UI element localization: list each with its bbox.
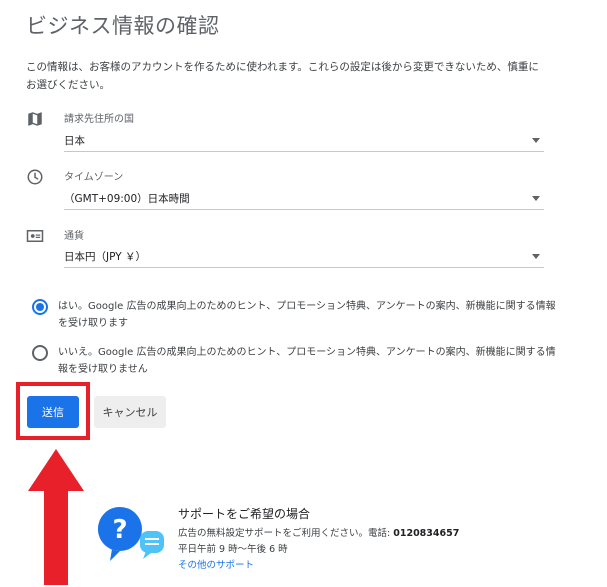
arrow-up-icon [28,449,84,585]
map-icon [28,112,42,126]
country-value: 日本 [64,135,85,147]
clock-icon [27,169,43,185]
support-description-text: 広告の無料設定サポートをご利用ください。電話: [178,528,394,539]
option-yes-text: はい。Google 広告の成果向上のためのヒント、プロモーション特典、アンケート… [58,301,556,329]
currency-icon [26,230,44,242]
support-phone: 0120834657 [393,528,460,539]
country-label: 請求先住所の国 [64,114,134,125]
timezone-label: タイムゾーン [64,172,124,183]
intro-text: この情報は、お客様のアカウントを作るために使われます。これらの設定は後から変更で… [26,61,539,91]
more-support-link[interactable]: その他のサポート [178,557,254,571]
support-icon: ? [98,507,164,561]
support-title: サポートをご希望の場合 [178,507,311,521]
timezone-value: （GMT+09:00）日本時間 [64,193,190,205]
currency-select[interactable]: 日本円（JPY ￥） [64,246,544,268]
page-title: ビジネス情報の確認 [26,14,220,38]
option-no-text: いいえ。Google 広告の成果向上のためのヒント、プロモーション特典、アンケー… [58,347,556,375]
timezone-select[interactable]: （GMT+09:00）日本時間 [64,188,544,210]
cancel-button[interactable]: キャンセル [94,396,166,428]
support-hours: 平日午前 9 時～午後 6 時 [178,544,288,555]
currency-label: 通貨 [64,231,84,242]
submit-button[interactable]: 送信 [27,396,79,428]
currency-value: 日本円（JPY ￥） [64,251,146,263]
svg-text:?: ? [112,515,127,545]
radio-no[interactable] [32,345,48,361]
radio-yes[interactable] [32,299,48,315]
chevron-down-icon [532,254,540,259]
chevron-down-icon [532,196,540,201]
support-description: 広告の無料設定サポートをご利用ください。電話: 0120834657 [178,525,459,539]
country-select[interactable]: 日本 [64,130,544,152]
chevron-down-icon [532,138,540,143]
